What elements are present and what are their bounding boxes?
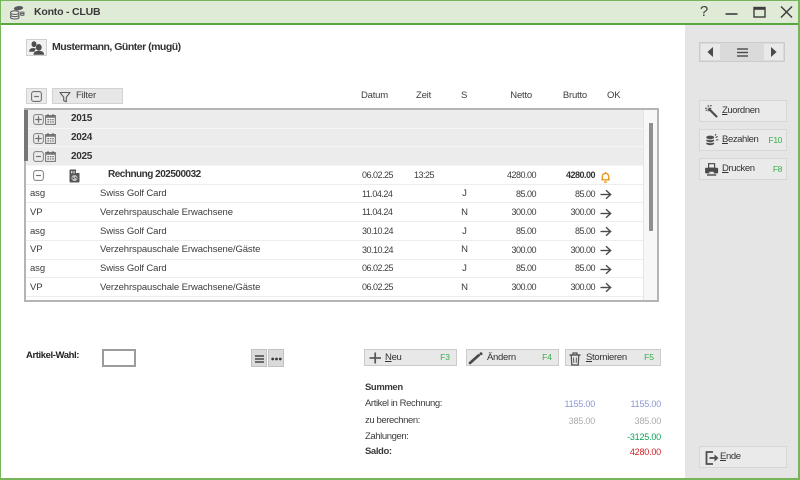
svg-text:$: $ bbox=[73, 176, 76, 182]
